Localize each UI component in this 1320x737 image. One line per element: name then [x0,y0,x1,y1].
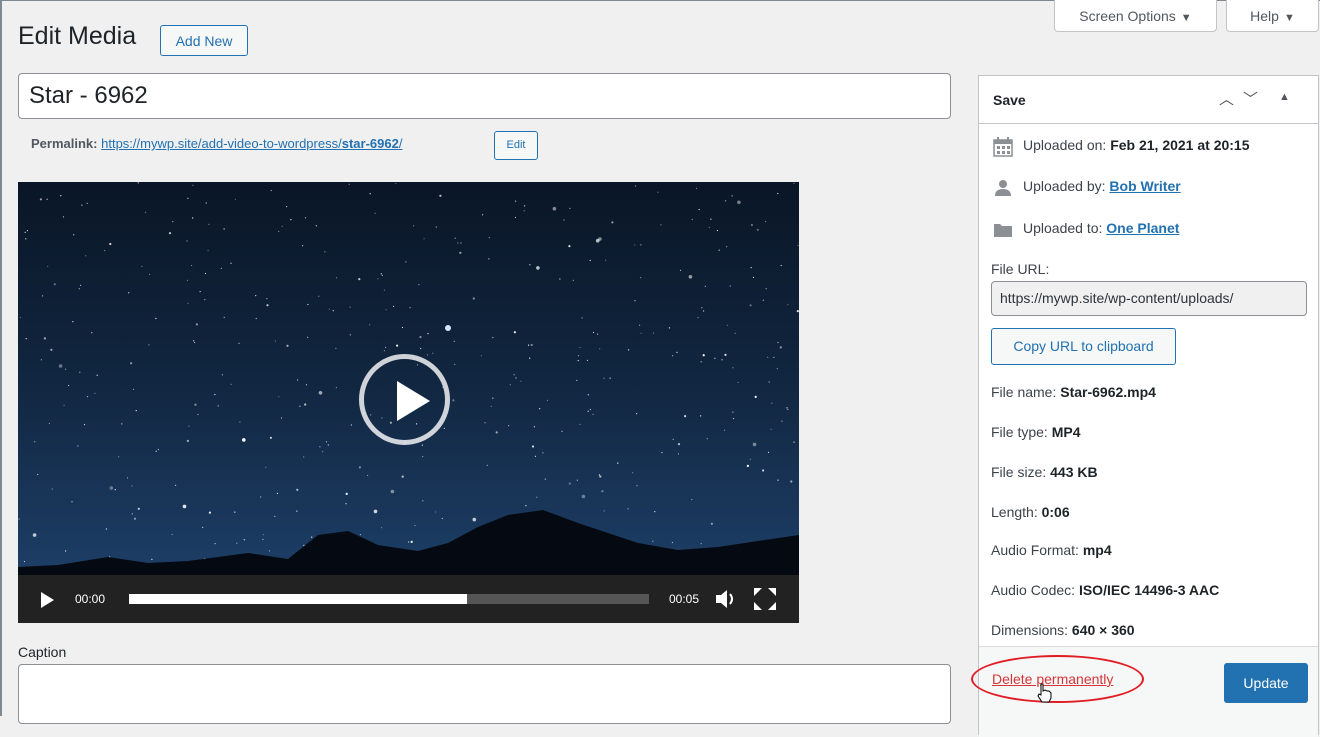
uploaded-on-label: Uploaded on: [1023,137,1107,153]
file-size-row: File size: 443 KB [991,464,1098,480]
permalink-link[interactable]: https://mywp.site/add-video-to-wordpress… [101,136,402,151]
save-panel: Save ︿ ﹀ ▲ Uploaded on: Feb 21, 2021 at … [971,75,1319,737]
panel-header: Save ︿ ﹀ ▲ [979,76,1318,124]
play-icon [397,381,430,421]
uploaded-to-link[interactable]: One Planet [1106,220,1179,236]
caret-down-icon: ▼ [1180,12,1192,24]
play-overlay-button[interactable] [359,354,450,445]
delete-permanently-link[interactable]: Delete permanently [992,671,1113,687]
play-button[interactable] [41,592,54,608]
mountain-silhouette [18,510,799,575]
file-type-value: MP4 [1051,424,1081,440]
file-name-row: File name: Star-6962.mp4 [991,384,1156,400]
title-input[interactable]: Star - 6962 [18,73,951,119]
help-tab[interactable]: Help ▼ [1226,0,1319,32]
dimensions-label: Dimensions: [991,622,1069,638]
video-player[interactable]: 00:00 00:05 [18,182,799,623]
left-border [0,0,2,716]
user-icon [995,180,1011,196]
file-size-label: File size: [991,464,1047,480]
permalink-trailing: / [398,136,403,151]
file-name-label: File name: [991,384,1057,400]
caption-label: Caption [18,644,67,660]
uploaded-by-link[interactable]: Bob Writer [1109,178,1180,194]
screen-options-tab[interactable]: Screen Options ▼ [1054,0,1217,32]
hand-cursor-icon [1037,683,1052,703]
permalink: Permalink: https://mywp.site/add-video-t… [31,136,402,151]
current-time: 00:00 [75,592,106,606]
caption-textarea[interactable] [18,664,951,724]
audio-format-row: Audio Format: mp4 [991,542,1112,558]
audio-format-label: Audio Format: [991,542,1079,558]
add-new-button[interactable]: Add New [160,25,248,56]
audio-codec-label: Audio Codec: [991,582,1076,598]
duration: 00:05 [669,592,700,606]
file-url-input[interactable]: https://mywp.site/wp-content/uploads/ [991,281,1307,316]
length-row: Length: 0:06 [991,504,1070,520]
video-controls: 00:00 00:05 [18,575,799,623]
update-button[interactable]: Update [1224,663,1308,703]
file-size-value: 443 KB [1050,464,1098,480]
volume-icon[interactable] [714,588,738,610]
panel-title: Save [993,92,1026,108]
file-url-label: File URL: [991,261,1050,277]
copy-url-button[interactable]: Copy URL to clipboard [991,328,1176,365]
edit-slug-button[interactable]: Edit [494,131,538,160]
publishing-actions: Delete permanently Update [971,646,1318,737]
dimensions-row: Dimensions: 640 × 360 [991,622,1135,638]
permalink-slug: star-6962 [341,136,399,151]
move-up-icon[interactable]: ︿ [1219,88,1234,109]
length-value: 0:06 [1041,504,1070,520]
uploaded-on-value: Feb 21, 2021 at 20:15 [1110,137,1250,153]
length-label: Length: [991,504,1038,520]
move-down-icon[interactable]: ﹀ [1243,88,1258,109]
audio-codec-row: Audio Codec: ISO/IEC 14496-3 AAC [991,582,1219,598]
caret-down-icon: ▼ [1283,12,1295,24]
fullscreen-icon[interactable] [753,587,777,611]
audio-codec-value: ISO/IEC 14496-3 AAC [1078,582,1220,598]
calendar-icon [993,137,1013,157]
uploaded-by-label: Uploaded by: [1023,178,1106,194]
uploaded-to-label: Uploaded to: [1023,220,1103,236]
screen-options-label: Screen Options [1079,8,1176,24]
progress-rail[interactable] [129,594,649,604]
audio-format-value: mp4 [1082,542,1112,558]
folder-icon [994,224,1012,237]
file-name-value: Star-6962.mp4 [1060,384,1156,400]
permalink-base: https://mywp.site/add-video-to-wordpress… [101,136,342,151]
progress-fill [129,594,467,604]
permalink-label: Permalink: [31,136,98,151]
file-type-row: File type: MP4 [991,424,1081,440]
page-title: Edit Media [18,22,137,50]
file-type-label: File type: [991,424,1048,440]
dimensions-value: 640 × 360 [1071,622,1135,638]
toggle-panel-icon[interactable]: ▲ [1279,91,1290,103]
help-label: Help [1250,8,1279,24]
